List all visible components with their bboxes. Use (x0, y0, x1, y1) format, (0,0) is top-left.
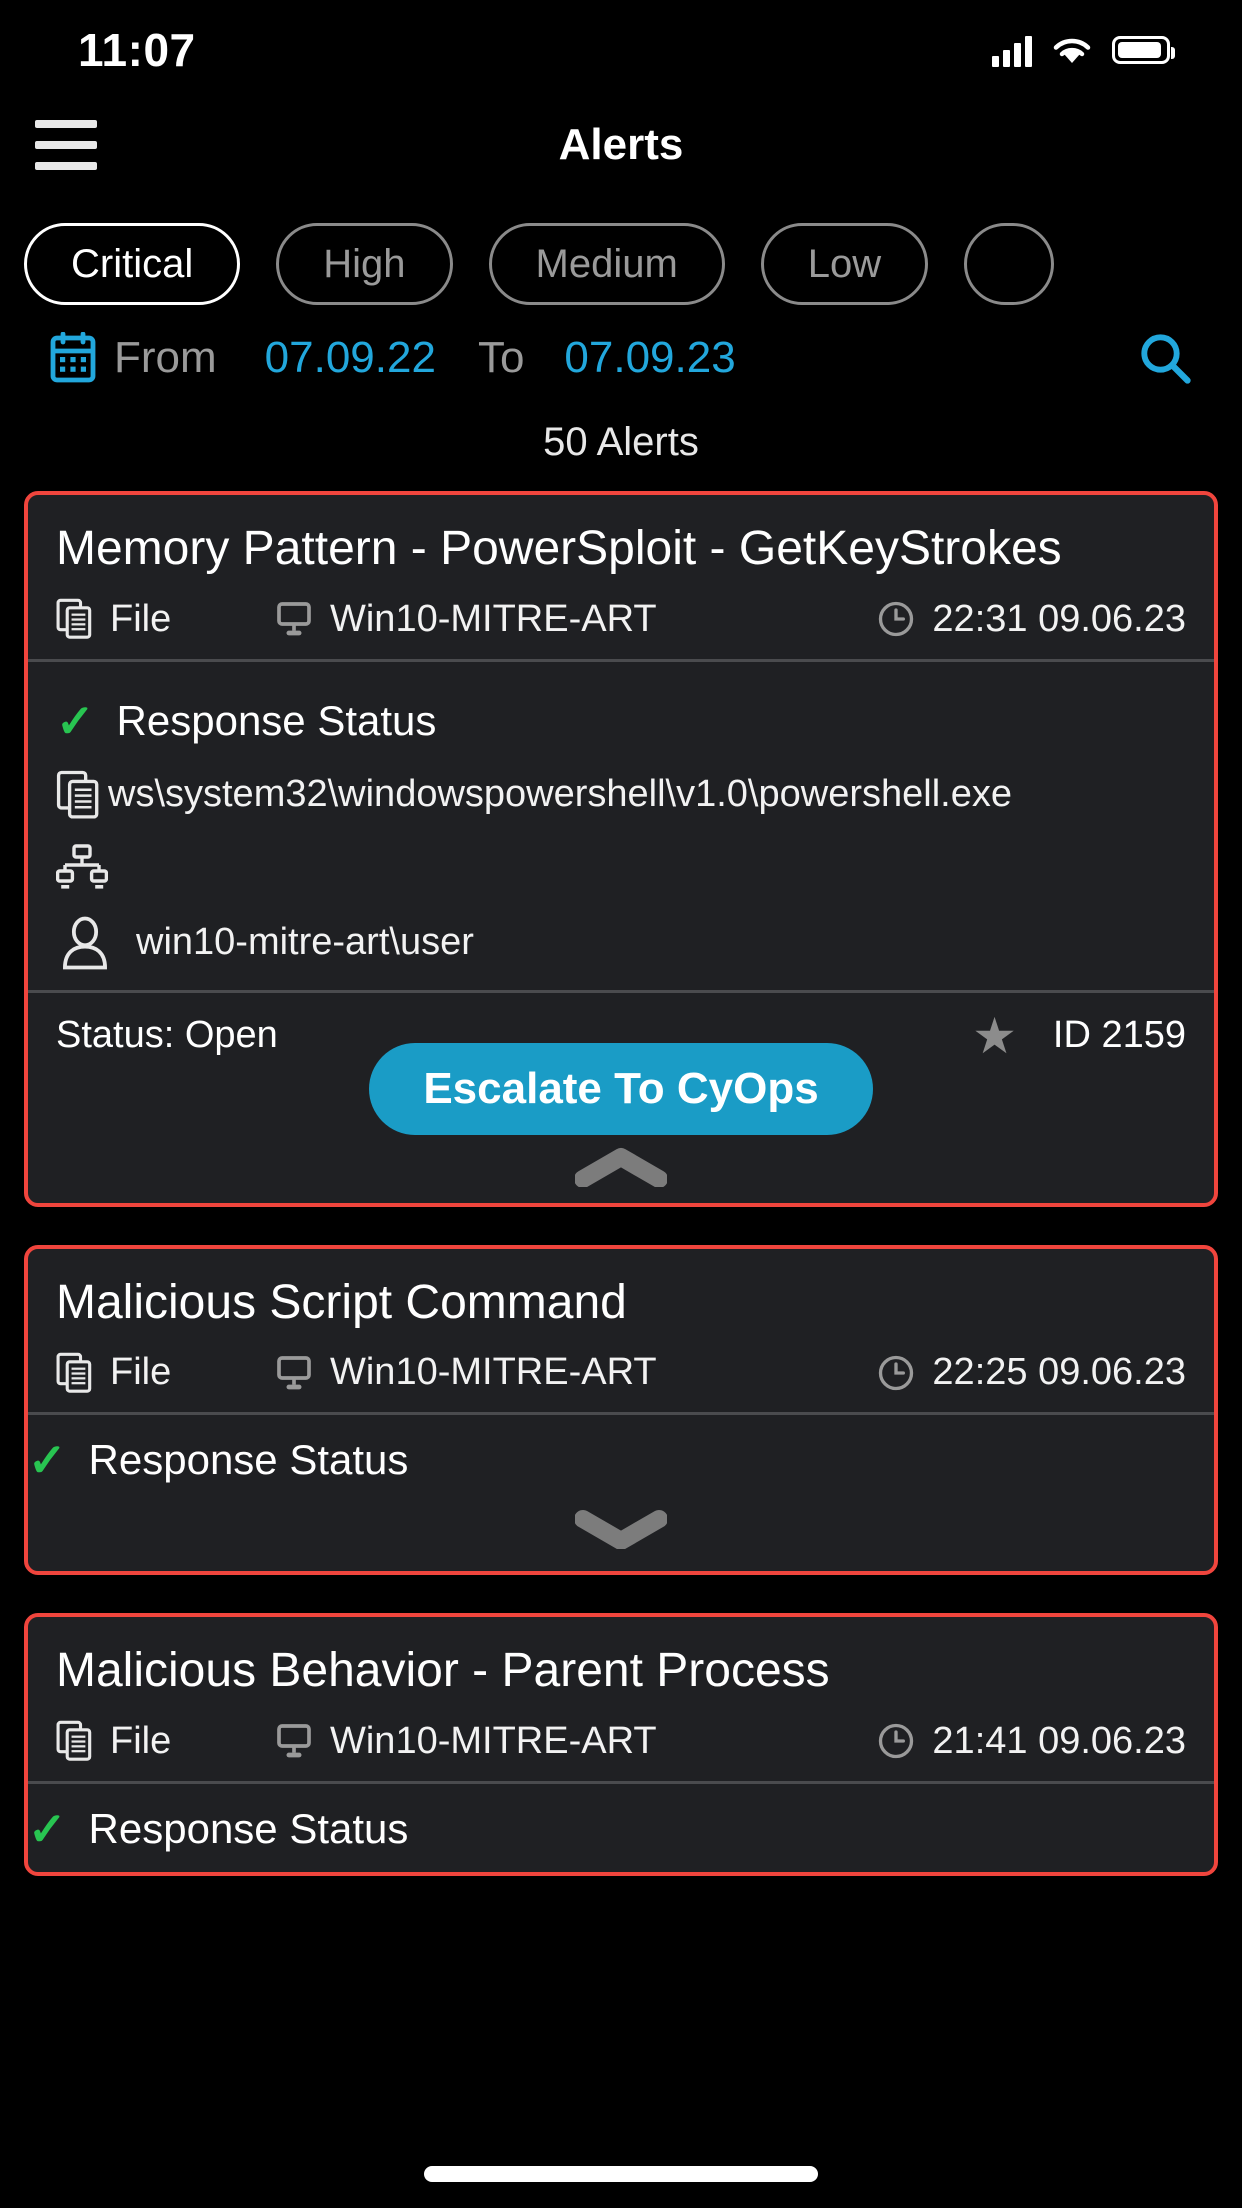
severity-chip-low[interactable]: Low (760, 223, 929, 305)
alert-card-details: ✓ Response Status (28, 1784, 1214, 1872)
date-filter-bar: From 07.09.22 To 07.09.23 (0, 310, 1242, 406)
severity-chip-high[interactable]: High (276, 223, 453, 305)
calendar-icon[interactable] (48, 332, 98, 384)
search-icon[interactable] (1138, 331, 1192, 385)
hamburger-menu-icon[interactable] (35, 120, 97, 170)
page-title: Alerts (558, 120, 684, 169)
file-copy-icon (56, 598, 92, 639)
desktop-monitor-icon (277, 602, 311, 636)
alert-time: 22:31 09.06.23 (876, 598, 1186, 641)
status-bar-indicators (992, 33, 1175, 67)
alert-meta-row: File Win10-MITRE-ART (56, 1351, 1186, 1394)
alert-card[interactable]: Malicious Script Command File Win10-MITR… (24, 1244, 1218, 1576)
alert-meta-row: File Win10-MITRE-ART (56, 1720, 1186, 1763)
detail-row-process-path: ws\system32\windowspowershell\v1.0\power… (56, 758, 1186, 832)
date-from-value[interactable]: 07.09.22 (265, 333, 436, 383)
alert-time-label: 21:41 09.06.23 (932, 1719, 1186, 1762)
response-status-label: Response Status (88, 1436, 409, 1484)
alert-card-header[interactable]: Malicious Behavior - Parent Process File (28, 1617, 1214, 1781)
alert-host-label: Win10-MITRE-ART (330, 1719, 657, 1762)
alerts-count: 50 Alerts (543, 420, 699, 464)
status-bar: 11:07 (0, 0, 1242, 100)
process-path-value: ws\system32\windowspowershell\v1.0\power… (108, 773, 1012, 816)
clock-icon (879, 1724, 914, 1759)
desktop-monitor-icon (277, 1724, 311, 1758)
alert-host: Win10-MITRE-ART (274, 1351, 876, 1394)
alert-card[interactable]: Memory Pattern - PowerSploit - GetKeyStr… (24, 491, 1218, 1207)
alert-status: Status: Open (56, 1014, 278, 1057)
user-value: win10-mitre-art\user (136, 921, 474, 964)
user-person-icon (63, 916, 107, 970)
clock-icon (879, 601, 914, 637)
alert-type: File (56, 1720, 274, 1763)
alert-host: Win10-MITRE-ART (274, 1720, 876, 1763)
alert-title: Memory Pattern - PowerSploit - GetKeyStr… (56, 522, 1062, 575)
star-icon[interactable]: ★ (972, 1011, 1017, 1061)
alert-card-footer: Status: Open ★ ID 2159 Escalate To CyOps (28, 989, 1214, 1203)
file-copy-icon (56, 770, 99, 819)
alert-id: ID 2159 (1052, 1014, 1186, 1057)
date-from-label: From (114, 333, 217, 382)
expand-card-button[interactable] (28, 1497, 1214, 1565)
alert-type-label: File (110, 1719, 172, 1762)
alert-card-details: ✓ Response Status ws\system32\windowspow… (28, 662, 1214, 990)
alert-type-label: File (110, 1351, 172, 1394)
detail-row-user: win10-mitre-art\user (56, 906, 1186, 980)
response-status-row: ✓ Response Status (28, 1792, 1214, 1866)
clock-icon (879, 1355, 914, 1390)
detail-row-network (56, 832, 1186, 906)
file-copy-icon (56, 1352, 92, 1393)
status-bar-time: 11:07 (78, 24, 196, 76)
wifi-icon (1053, 38, 1091, 63)
green-check-icon: ✓ (56, 694, 95, 747)
nav-bar: Alerts (0, 100, 1242, 190)
green-check-icon: ✓ (28, 1434, 67, 1487)
app-screen: 11:07 Alerts Critical High Medium Low Fr… (0, 0, 1242, 2208)
alert-time: 21:41 09.06.23 (876, 1720, 1186, 1763)
severity-chip-overflow[interactable] (964, 223, 1055, 305)
alert-time-label: 22:31 09.06.23 (932, 597, 1186, 640)
alert-card-header[interactable]: Malicious Script Command File Win10-MITR… (28, 1249, 1214, 1413)
chevron-down-icon (575, 1510, 667, 1550)
home-indicator (424, 2166, 818, 2182)
file-copy-icon (56, 1721, 92, 1762)
response-status-label: Response Status (88, 1804, 409, 1852)
desktop-monitor-icon (277, 1355, 311, 1390)
collapse-card-button[interactable] (56, 1135, 1186, 1203)
alert-host-label: Win10-MITRE-ART (330, 1351, 657, 1394)
alert-host-label: Win10-MITRE-ART (330, 597, 657, 640)
response-status-row: ✓ Response Status (28, 1423, 1214, 1497)
date-to-value[interactable]: 07.09.23 (564, 333, 735, 383)
alert-meta-row: File Win10-MITRE-ART (56, 598, 1186, 641)
response-status-row: ✓ Response Status (56, 684, 1186, 758)
alert-title: Malicious Script Command (56, 1275, 627, 1329)
escalate-to-cyops-button[interactable]: Escalate To CyOps (369, 1042, 873, 1135)
alert-card-header[interactable]: Memory Pattern - PowerSploit - GetKeyStr… (28, 495, 1214, 659)
alert-time-label: 22:25 09.06.23 (932, 1351, 1186, 1394)
severity-chip-critical[interactable]: Critical (24, 223, 241, 305)
alert-card[interactable]: Malicious Behavior - Parent Process File (24, 1613, 1218, 1876)
alert-time: 22:25 09.06.23 (876, 1351, 1186, 1394)
response-status-label: Response Status (116, 696, 437, 744)
alert-type: File (56, 1351, 274, 1394)
date-to-label: To (477, 333, 525, 382)
chevron-up-icon (575, 1147, 667, 1187)
alerts-list: Memory Pattern - PowerSploit - GetKeyStr… (0, 491, 1242, 1876)
severity-filter-bar[interactable]: Critical High Medium Low (0, 190, 1242, 310)
alert-type: File (56, 598, 274, 641)
green-check-icon: ✓ (28, 1802, 67, 1855)
alert-type-label: File (110, 597, 172, 640)
alert-host: Win10-MITRE-ART (274, 598, 876, 641)
battery-icon (1112, 36, 1175, 64)
network-topology-icon (56, 843, 108, 889)
cellular-signal-icon (992, 33, 1032, 67)
alert-title: Malicious Behavior - Parent Process (56, 1644, 830, 1698)
alert-card-details: ✓ Response Status (28, 1415, 1214, 1571)
severity-chip-medium[interactable]: Medium (488, 223, 725, 305)
